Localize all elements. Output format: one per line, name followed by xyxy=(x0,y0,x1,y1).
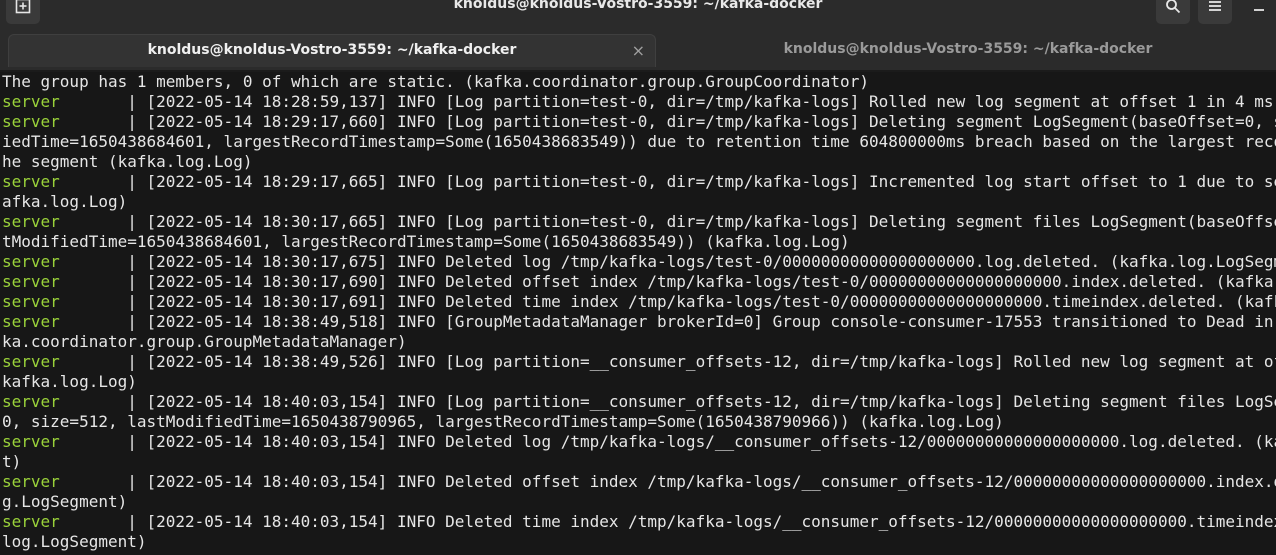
terminal-line: server | [2022-05-14 18:40:03,154] INFO … xyxy=(2,392,1276,412)
terminal-line: server | [2022-05-14 18:38:49,518] INFO … xyxy=(2,312,1276,332)
service-name-label: server xyxy=(2,432,60,451)
log-text: | [2022-05-14 18:30:17,675] INFO Deleted… xyxy=(59,252,1276,271)
terminal-line: server | [2022-05-14 18:30:17,665] INFO … xyxy=(2,212,1276,232)
terminal-line: he segment (kafka.log.Log) xyxy=(2,152,1276,172)
service-name-label: server xyxy=(2,292,60,311)
log-text: log.LogSegment) xyxy=(2,532,147,551)
terminal-line: server | [2022-05-14 18:28:59,137] INFO … xyxy=(2,92,1276,112)
log-text: g.LogSegment) xyxy=(2,492,128,511)
minimize-button[interactable] xyxy=(1244,0,1274,24)
terminal-line: afka.log.Log) xyxy=(2,192,1276,212)
terminal-line: server | [2022-05-14 18:30:17,691] INFO … xyxy=(2,292,1276,312)
terminal-line: server | [2022-05-14 18:40:03,154] INFO … xyxy=(2,432,1276,452)
terminal-line: server | [2022-05-14 18:30:17,690] INFO … xyxy=(2,272,1276,292)
log-text: | [2022-05-14 18:29:17,665] INFO [Log pa… xyxy=(59,172,1276,191)
tab-label: knoldus@knoldus-Vostro-3559: ~/kafka-doc… xyxy=(783,41,1153,57)
terminal-line: g.LogSegment) xyxy=(2,492,1276,512)
service-name-label: server xyxy=(2,92,60,111)
log-text: | [2022-05-14 18:38:49,526] INFO [Log pa… xyxy=(59,352,1276,371)
hamburger-menu-icon xyxy=(1207,0,1223,18)
log-text: The group has 1 members, 0 of which are … xyxy=(2,72,869,91)
log-text: | [2022-05-14 18:30:17,665] INFO [Log pa… xyxy=(59,212,1276,231)
window-titlebar: knoldus@knoldus-Vostro-3559: ~/kafka-doc… xyxy=(0,0,1276,30)
log-text: | [2022-05-14 18:40:03,154] INFO Deleted… xyxy=(59,432,1276,451)
terminal-line: server | [2022-05-14 18:38:49,526] INFO … xyxy=(2,352,1276,372)
log-text: afka.log.Log) xyxy=(2,192,128,211)
terminal-line: t) xyxy=(2,452,1276,472)
terminal-line: ka.coordinator.group.GroupMetadataManage… xyxy=(2,332,1276,352)
tab-bar: knoldus@knoldus-Vostro-3559: ~/kafka-doc… xyxy=(0,30,1276,70)
log-text: he segment (kafka.log.Log) xyxy=(2,152,253,171)
terminal-output[interactable]: The group has 1 members, 0 of which are … xyxy=(0,72,1276,555)
service-name-label: server xyxy=(2,472,60,491)
log-text: | [2022-05-14 18:30:17,691] INFO Deleted… xyxy=(59,292,1276,311)
close-icon[interactable]: × xyxy=(632,35,645,66)
service-name-label: server xyxy=(2,272,60,291)
service-name-label: server xyxy=(2,212,60,231)
tab-active[interactable]: knoldus@knoldus-Vostro-3559: ~/kafka-doc… xyxy=(8,34,656,67)
terminal-line: server | [2022-05-14 18:29:17,665] INFO … xyxy=(2,172,1276,192)
terminal-line: 0, size=512, lastModifiedTime=1650438790… xyxy=(2,412,1276,432)
log-text: t) xyxy=(2,452,22,471)
minimize-icon xyxy=(1252,0,1266,18)
search-button[interactable] xyxy=(1156,0,1190,24)
service-name-label: server xyxy=(2,172,60,191)
window-title: knoldus@knoldus-Vostro-3559: ~/kafka-doc… xyxy=(453,0,823,12)
service-name-label: server xyxy=(2,112,60,131)
log-text: | [2022-05-14 18:40:03,154] INFO Deleted… xyxy=(59,472,1276,491)
tab-inactive[interactable]: knoldus@knoldus-Vostro-3559: ~/kafka-doc… xyxy=(660,34,1276,67)
terminal-line: server | [2022-05-14 18:29:17,660] INFO … xyxy=(2,112,1276,132)
log-text: ka.coordinator.group.GroupMetadataManage… xyxy=(2,332,407,351)
service-name-label: server xyxy=(2,352,60,371)
terminal-line: server | [2022-05-14 18:40:03,154] INFO … xyxy=(2,472,1276,492)
search-icon xyxy=(1165,0,1181,18)
terminal-line: The group has 1 members, 0 of which are … xyxy=(2,72,1276,92)
log-text: | [2022-05-14 18:30:17,690] INFO Deleted… xyxy=(59,272,1276,291)
service-name-label: server xyxy=(2,312,60,331)
log-text: kafka.log.Log) xyxy=(2,372,137,391)
terminal-line: kafka.log.Log) xyxy=(2,372,1276,392)
log-text: tModifiedTime=1650438684601, largestReco… xyxy=(2,232,850,251)
log-text: | [2022-05-14 18:38:49,518] INFO [GroupM… xyxy=(59,312,1276,331)
service-name-label: server xyxy=(2,392,60,411)
log-text: | [2022-05-14 18:28:59,137] INFO [Log pa… xyxy=(59,92,1276,111)
terminal-line: log.LogSegment) xyxy=(2,532,1276,552)
terminal-line: tModifiedTime=1650438684601, largestReco… xyxy=(2,232,1276,252)
log-text: | [2022-05-14 18:29:17,660] INFO [Log pa… xyxy=(59,112,1276,131)
log-text: iedTime=1650438684601, largestRecordTime… xyxy=(2,132,1276,151)
log-text: | [2022-05-14 18:40:03,154] INFO Deleted… xyxy=(59,512,1276,531)
service-name-label: server xyxy=(2,512,60,531)
log-text: | [2022-05-14 18:40:03,154] INFO [Log pa… xyxy=(59,392,1276,411)
tab-label: knoldus@knoldus-Vostro-3559: ~/kafka-doc… xyxy=(147,42,517,58)
terminal-line: server | [2022-05-14 18:40:03,154] INFO … xyxy=(2,512,1276,532)
terminal-line: server | [2022-05-14 18:30:17,675] INFO … xyxy=(2,252,1276,272)
menu-button[interactable] xyxy=(1198,0,1232,24)
terminal-line: iedTime=1650438684601, largestRecordTime… xyxy=(2,132,1276,152)
log-text: 0, size=512, lastModifiedTime=1650438790… xyxy=(2,412,1004,431)
terminal-lines: The group has 1 members, 0 of which are … xyxy=(2,72,1276,552)
service-name-label: server xyxy=(2,252,60,271)
